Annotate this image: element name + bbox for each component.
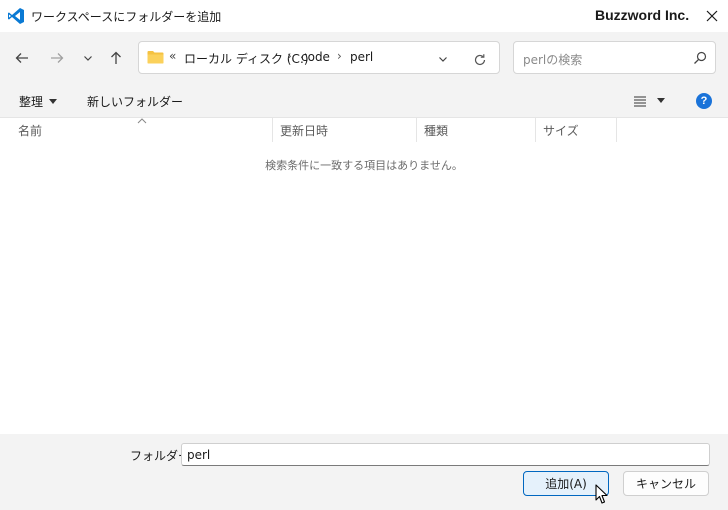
chevron-down-icon — [439, 57, 447, 62]
title-bar: ワークスペースにフォルダーを追加 Buzzword Inc. — [0, 0, 728, 32]
close-button[interactable] — [700, 4, 724, 28]
refresh-icon — [474, 54, 486, 66]
recent-locations-button[interactable] — [76, 46, 100, 70]
arrow-up-icon — [111, 51, 121, 64]
list-view-icon — [634, 96, 646, 107]
navigation-bar: « ローカル ディスク (C:) › code › perl perlの検索 — [0, 32, 728, 84]
view-options-button[interactable] — [633, 92, 673, 110]
breadcrumb-separator[interactable]: › — [337, 49, 342, 63]
address-bar[interactable]: « ローカル ディスク (C:) › code › perl — [138, 41, 500, 74]
folder-name-input[interactable] — [181, 443, 710, 466]
empty-results-message: 検索条件に一致する項目はありません。 — [265, 159, 463, 172]
mouse-cursor-icon — [595, 484, 609, 506]
caret-down-icon — [49, 98, 58, 104]
address-history-button[interactable] — [434, 50, 452, 68]
close-icon — [706, 10, 718, 22]
organize-label: 整理 — [19, 95, 44, 109]
cancel-button[interactable]: キャンセル — [623, 471, 709, 496]
footer-panel: フォルダー: 追加(A) キャンセル — [0, 434, 728, 510]
chevron-down-icon — [84, 56, 92, 61]
breadcrumb-perl[interactable]: perl — [350, 50, 373, 64]
column-size[interactable]: サイズ — [536, 118, 617, 142]
up-button[interactable] — [104, 46, 128, 70]
add-folder-dialog: ワークスペースにフォルダーを追加 Buzzword Inc. « ローカル ディ… — [0, 0, 728, 510]
search-box[interactable]: perlの検索 — [513, 41, 716, 74]
column-date-modified[interactable]: 更新日時 — [273, 118, 417, 142]
help-icon: ? — [700, 95, 708, 107]
brand-name: Buzzword Inc. — [595, 7, 690, 23]
window-title: ワークスペースにフォルダーを追加 — [31, 10, 222, 24]
column-name[interactable]: 名前 — [0, 118, 273, 142]
folder-icon — [147, 50, 164, 64]
back-button[interactable] — [10, 46, 34, 70]
column-header: 名前 更新日時 種類 サイズ — [0, 118, 728, 142]
search-input[interactable]: perlの検索 — [523, 51, 582, 68]
organize-button[interactable]: 整理 — [19, 93, 58, 110]
refresh-button[interactable] — [469, 49, 491, 71]
new-folder-button[interactable]: 新しいフォルダー — [87, 93, 183, 110]
command-bar: 整理 新しいフォルダー ? — [0, 84, 728, 118]
vscode-icon — [7, 7, 25, 25]
search-icon[interactable] — [692, 50, 708, 66]
arrow-left-icon — [15, 53, 28, 63]
help-button[interactable]: ? — [696, 93, 712, 109]
breadcrumb-separator[interactable]: › — [287, 49, 292, 63]
breadcrumb-overflow[interactable]: « — [169, 49, 176, 63]
breadcrumb-code[interactable]: code — [301, 50, 330, 64]
forward-button[interactable] — [45, 46, 69, 70]
caret-down-icon — [657, 98, 665, 103]
arrow-right-icon — [51, 53, 64, 63]
column-type[interactable]: 種類 — [417, 118, 536, 142]
